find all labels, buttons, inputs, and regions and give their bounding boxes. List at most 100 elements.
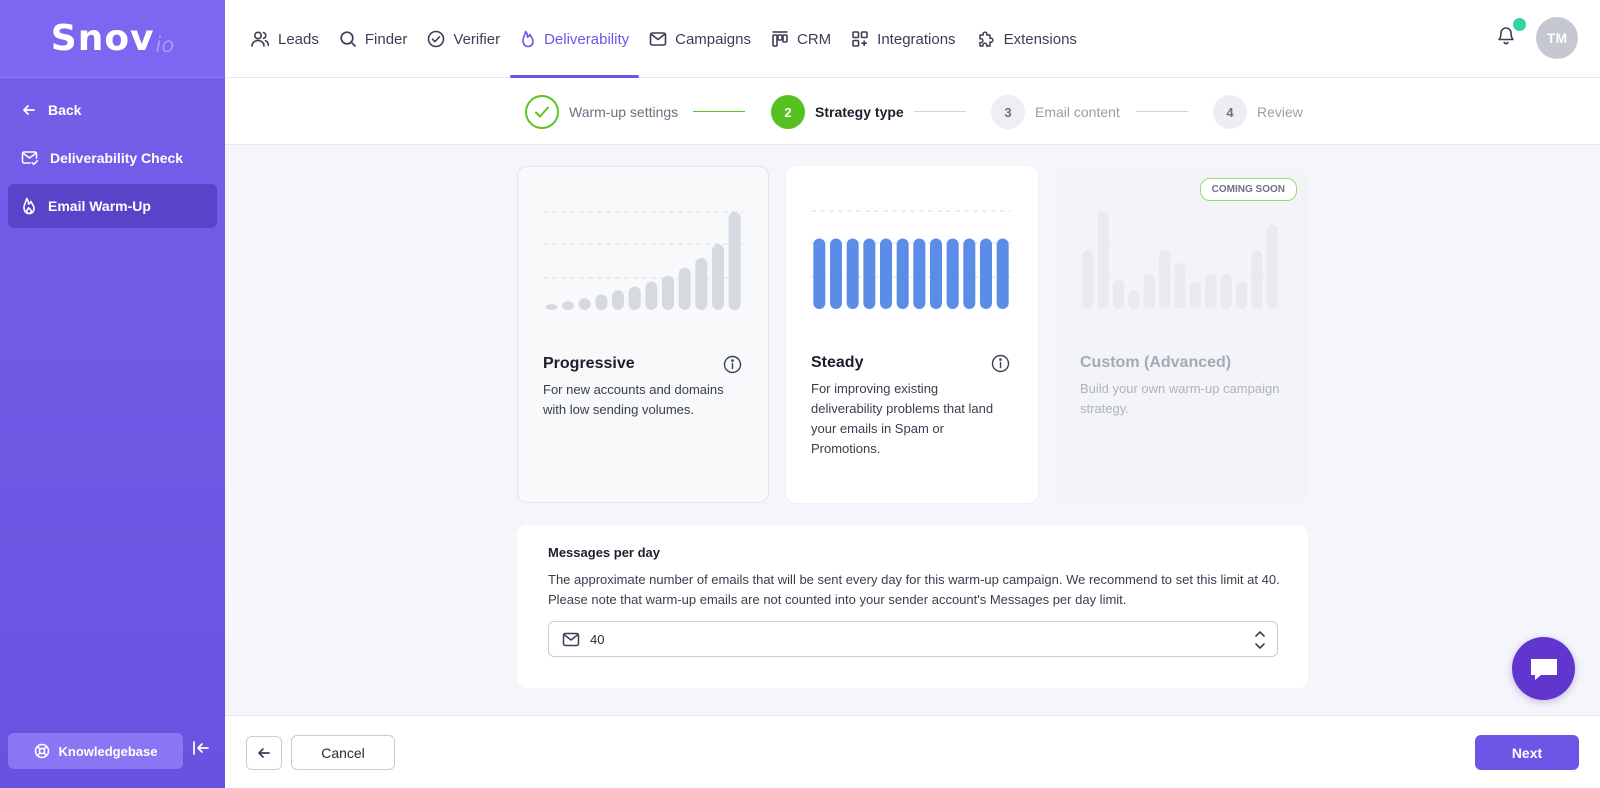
nav-item-label: Integrations (877, 30, 956, 48)
top-navigation-bar: Leads Finder Verifier Deliverability Cam… (225, 0, 1600, 78)
sidebar-item-label: Deliverability Check (50, 150, 184, 166)
chart-bar (712, 244, 724, 310)
step-strategy-type[interactable]: 2 Strategy type (771, 95, 904, 129)
knowledgebase-button[interactable]: Knowledgebase (8, 733, 183, 769)
chart-bar (963, 238, 976, 309)
nav-item-label: CRM (797, 30, 832, 48)
notifications-button[interactable] (1496, 24, 1516, 51)
chart-bar (846, 238, 859, 309)
mail-icon (562, 632, 580, 646)
step-warm-up-settings[interactable]: Warm-up settings (525, 95, 678, 129)
nav-item-label: Deliverability (544, 30, 630, 48)
step-number: 4 (1213, 95, 1247, 129)
nav-item-integrations[interactable]: Integrations (841, 0, 965, 78)
strategy-card-steady[interactable]: Steady For improving existing deliverabi… (786, 166, 1038, 503)
strategy-card-progressive[interactable]: Progressive For new accounts and domains… (517, 166, 769, 503)
chart-bar (562, 301, 574, 310)
chat-bubble-icon (1530, 658, 1557, 680)
wizard-footer: Cancel Next (225, 715, 1600, 788)
chart-bar (628, 286, 641, 310)
strategy-description: Build your own warm-up campaign strategy… (1080, 381, 1280, 416)
chart-bar (645, 281, 658, 310)
step-email-content[interactable]: 3 Email content (991, 95, 1120, 129)
logo[interactable]: Snov io (0, 0, 225, 78)
avatar-initials: TM (1546, 30, 1568, 46)
sidebar-nav: Back Deliverability Check Email Warm-Up (0, 78, 225, 228)
step-number: 2 (771, 95, 805, 129)
chart-bar (1189, 281, 1201, 309)
nav-item-deliverability[interactable]: Deliverability (510, 0, 640, 78)
nav-item-finder[interactable]: Finder (329, 0, 418, 78)
knowledgebase-label: Knowledgebase (58, 743, 158, 759)
chart-bar (830, 238, 842, 309)
step-label: Strategy type (815, 104, 904, 120)
chart-bar (1159, 250, 1171, 309)
step-review[interactable]: 4 Review (1213, 95, 1303, 129)
check-circle-icon (428, 30, 445, 48)
chart-bar (1112, 279, 1124, 309)
chart-bar (913, 238, 926, 309)
chart-bar (863, 238, 876, 309)
next-button[interactable]: Next (1475, 735, 1579, 770)
info-icon[interactable] (991, 354, 1010, 373)
sidebar-item-label: Back (48, 102, 82, 118)
step-connector (914, 111, 966, 112)
arrow-left-icon (258, 748, 270, 758)
chart-bar (1128, 290, 1140, 309)
arrow-left-icon (23, 105, 35, 115)
notification-dot (1513, 18, 1526, 31)
progressive-chart (543, 211, 743, 310)
chart-bar (678, 267, 691, 310)
nav-item-verifier[interactable]: Verifier (417, 0, 510, 78)
chat-widget-button[interactable] (1512, 637, 1575, 700)
messages-per-day-label: Messages per day (548, 545, 661, 560)
strategy-description: For improving existing deliverability pr… (811, 381, 994, 456)
logo-suffix-text: io (155, 32, 175, 57)
sidebar-item-back[interactable]: Back (8, 88, 217, 132)
stepper-arrows-icon[interactable] (1253, 627, 1267, 653)
steady-chart (811, 210, 1011, 309)
info-icon[interactable] (723, 355, 742, 374)
logo-main-text: Snov (50, 18, 155, 59)
step-label: Review (1257, 104, 1303, 120)
step-label: Warm-up settings (569, 104, 679, 120)
strategy-title: Progressive (543, 355, 635, 372)
chart-bar (695, 258, 708, 310)
nav-item-leads[interactable]: Leads (240, 0, 329, 78)
messages-per-day-input[interactable]: 40 (548, 621, 1278, 657)
sidebar-item-label: Email Warm-Up (48, 198, 151, 214)
step-label: Email content (1035, 104, 1120, 120)
chart-bar (1174, 262, 1186, 309)
collapse-left-icon (193, 741, 209, 755)
nav-item-label: Leads (278, 30, 319, 48)
mail-icon (649, 32, 667, 46)
chart-bar (1236, 281, 1248, 309)
sidebar-item-email-warm-up[interactable]: Email Warm-Up (8, 184, 217, 228)
lifebuoy-icon (34, 743, 49, 759)
step-number: 3 (991, 95, 1025, 129)
chart-bar (896, 238, 909, 309)
back-button[interactable] (246, 736, 282, 770)
main-nav: Leads Finder Verifier Deliverability Cam… (240, 0, 1600, 78)
collapse-sidebar-button[interactable] (192, 740, 210, 761)
step-complete-indicator (525, 95, 559, 129)
avatar[interactable]: TM (1536, 17, 1578, 59)
nav-item-label: Verifier (453, 30, 501, 48)
sidebar-item-deliverability-check[interactable]: Deliverability Check (8, 136, 217, 180)
nav-item-campaigns[interactable]: Campaigns (639, 0, 761, 78)
coming-soon-badge: COMING SOON (1199, 178, 1297, 201)
chart-bar (612, 290, 624, 310)
chart-bar (595, 294, 608, 310)
strategy-title: Steady (811, 354, 864, 371)
puzzle-icon (978, 31, 994, 47)
strategy-card-custom: COMING SOON Custom (Advanced) Build your… (1055, 166, 1307, 503)
chart-bar (1082, 250, 1094, 309)
nav-item-extensions[interactable]: Extensions (966, 0, 1087, 78)
mail-check-icon (21, 151, 39, 166)
flame-icon (23, 197, 35, 215)
nav-item-crm[interactable]: CRM (761, 0, 841, 78)
step-connector (1136, 111, 1188, 112)
chart-bar (1143, 273, 1155, 309)
chart-bar (728, 212, 741, 310)
cancel-button[interactable]: Cancel (291, 735, 395, 770)
